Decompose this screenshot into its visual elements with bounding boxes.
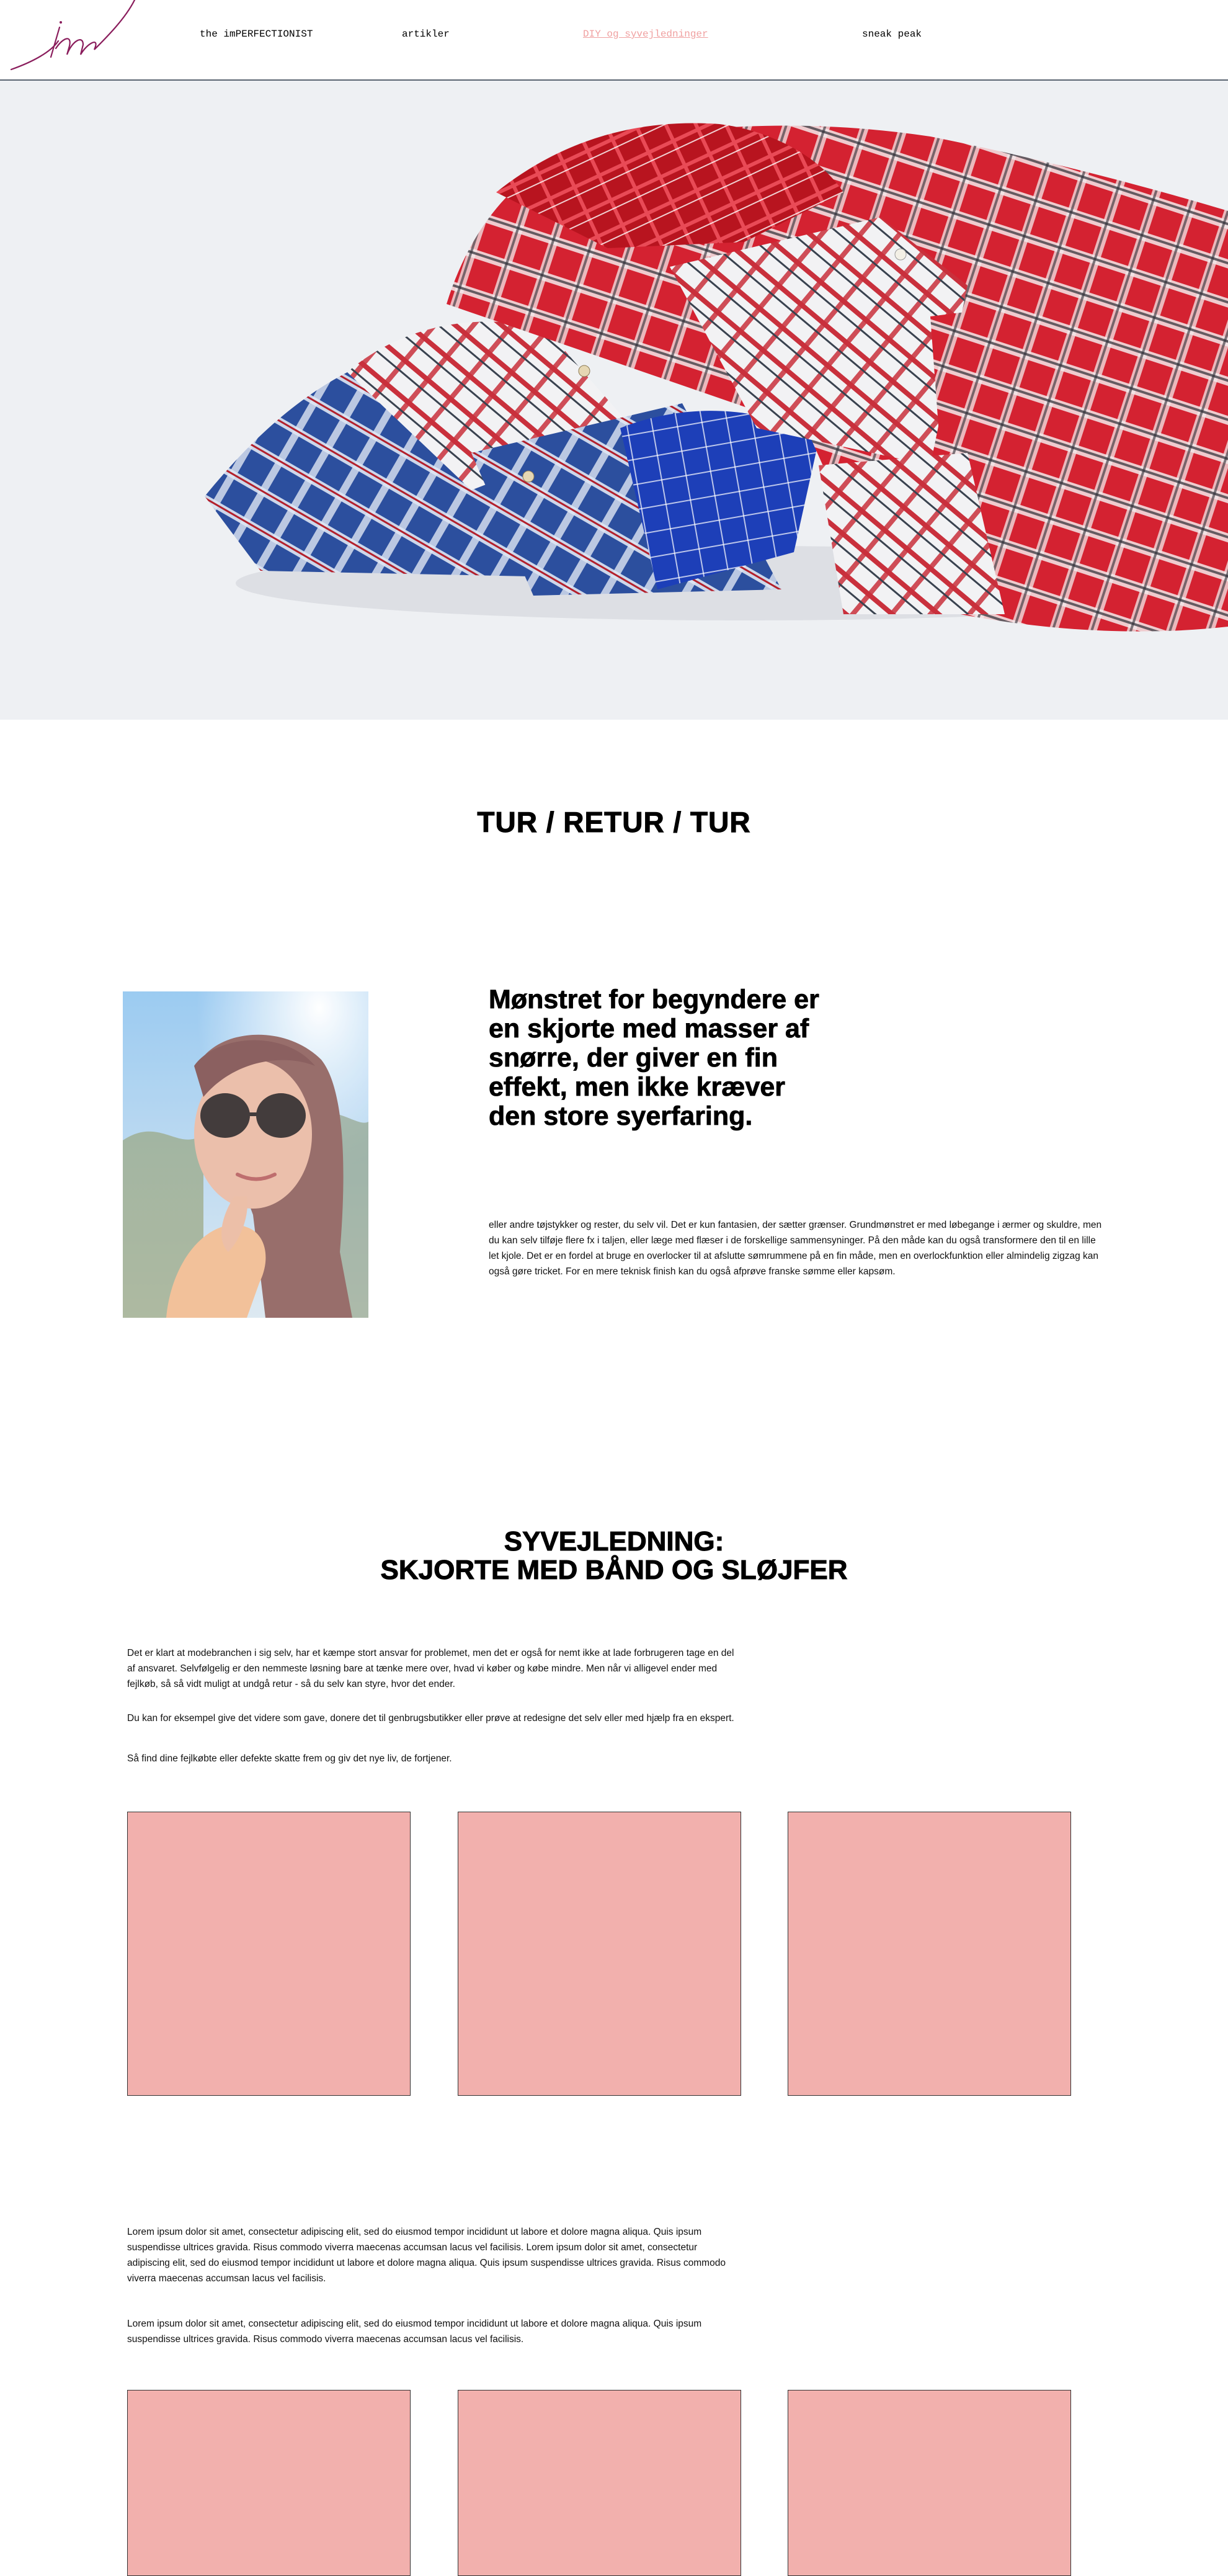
image-placeholder [458,2390,741,2576]
section-title-tur-retur: TUR / RETUR / TUR [477,806,751,839]
image-placeholder [788,2390,1071,2576]
pull-quote: Mønstret for begyndere er en skjorte med… [489,985,820,1131]
lorem-paragraph-1: Lorem ipsum dolor sit amet, consectetur … [127,2227,726,2284]
image-placeholder [127,2390,411,2576]
section-title-line-2: SKJORTE MED BÅND OG SLØJFER [380,1555,848,1585]
intro-paragraph-2: Du kan for eksempel give det videre som … [127,1713,734,1724]
nav-link-diy-og-syvejledninger[interactable]: DIY og syvejledninger [583,29,708,40]
image-placeholder [788,1812,1071,2096]
section-title-line-1: SYVEJLEDNING: [504,1526,724,1557]
image-placeholder [127,1812,411,2096]
section-title-syvejledning: SYVEJLEDNING: SKJORTE MED BÅND OG SLØJFE… [0,1527,1228,1585]
image-placeholder [458,1812,741,2096]
im-logo[interactable] [7,0,138,74]
portrait-illustration [123,991,368,1318]
nav-link-artikler[interactable]: artikler [402,29,450,40]
intro-paragraph-1: Det er klart at modebranchen i sig selv,… [127,1648,734,1689]
nav-link-sneak-peak[interactable]: sneak peak [862,29,922,40]
intro-paragraph-3: Så find dine fejlkøbte eller defekte ska… [127,1753,452,1764]
nav-link-the-imperfectionist[interactable]: the imPERFECTIONIST [200,29,313,40]
plaid-shirts-illustration [0,81,1228,720]
hero-image [0,81,1228,720]
portrait-photo [123,991,368,1318]
top-navigation: the imPERFECTIONIST artikler DIY og syve… [0,0,1228,81]
section1-body-text: eller andre tøjstykker og rester, du sel… [489,1220,1102,1277]
lorem-paragraph-2: Lorem ipsum dolor sit amet, consectetur … [127,2319,702,2345]
